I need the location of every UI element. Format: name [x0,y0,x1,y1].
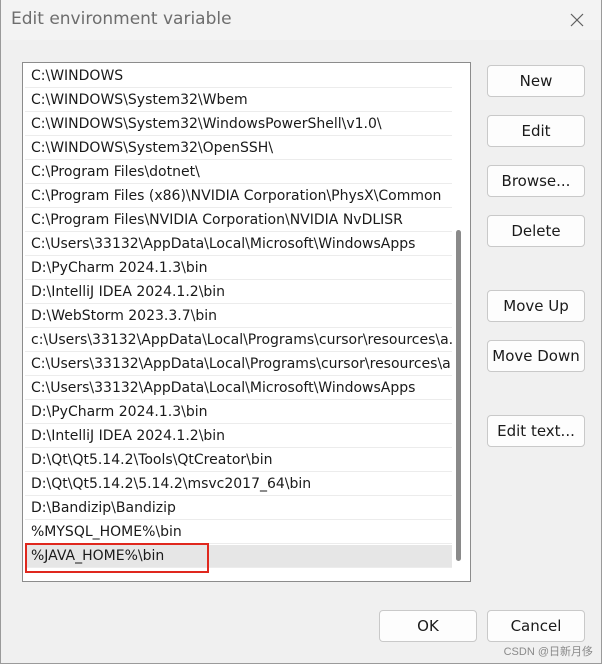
list-item[interactable]: D:\Qt\Qt5.14.2\5.14.2\msvc2017_64\bin [25,473,452,496]
path-list[interactable]: C:\WINDOWS C:\WINDOWS\System32\Wbem C:\W… [22,62,471,582]
ok-button[interactable]: OK [379,610,477,642]
list-item[interactable]: D:\PyCharm 2024.1.3\bin [25,257,452,280]
list-item[interactable]: D:\Bandizip\Bandizip [25,497,452,520]
list-item[interactable]: C:\Users\33132\AppData\Local\Microsoft\W… [25,233,452,256]
vertical-scrollbar[interactable] [453,65,467,579]
list-item[interactable]: D:\PyCharm 2024.1.3\bin [25,401,452,424]
list-item[interactable]: D:\Qt\Qt5.14.2\Tools\QtCreator\bin [25,449,452,472]
window-title: Edit environment variable [11,9,232,29]
list-item[interactable]: C:\WINDOWS [25,65,452,88]
browse-button[interactable]: Browse... [487,165,585,197]
list-item[interactable]: C:\Program Files (x86)\NVIDIA Corporatio… [25,185,452,208]
list-item[interactable]: %MYSQL_HOME%\bin [25,521,452,544]
edit-text-button[interactable]: Edit text... [487,415,585,447]
list-item[interactable]: C:\Users\33132\AppData\Local\Programs\cu… [25,353,452,376]
list-item[interactable]: C:\Program Files\NVIDIA Corporation\NVID… [25,209,452,232]
move-up-button[interactable]: Move Up [487,290,585,322]
edit-button[interactable]: Edit [487,115,585,147]
close-icon [570,13,584,27]
list-item[interactable]: D:\WebStorm 2023.3.7\bin [25,305,452,328]
edit-environment-variable-dialog: Edit environment variable C:\WINDOWS C:\… [0,0,602,664]
close-button[interactable] [563,6,591,34]
list-item[interactable]: C:\WINDOWS\System32\Wbem [25,89,452,112]
move-down-button[interactable]: Move Down [487,340,585,372]
list-item-selected[interactable]: %JAVA_HOME%\bin [25,543,452,573]
list-item[interactable]: D:\IntelliJ IDEA 2024.1.2\bin [25,425,452,448]
scrollbar-thumb[interactable] [456,230,461,561]
list-item[interactable]: D:\IntelliJ IDEA 2024.1.2\bin [25,281,452,304]
delete-button[interactable]: Delete [487,215,585,247]
list-item[interactable]: C:\Users\33132\AppData\Local\Microsoft\W… [25,377,452,400]
new-button[interactable]: New [487,65,585,97]
list-item[interactable]: C:\Program Files\dotnet\ [25,161,452,184]
list-item[interactable]: C:\WINDOWS\System32\WindowsPowerShell\v1… [25,113,452,136]
list-item[interactable]: C:\WINDOWS\System32\OpenSSH\ [25,137,452,160]
watermark-text: CSDN @日新月侈 [503,646,593,658]
cancel-button[interactable]: Cancel [487,610,585,642]
title-bar: Edit environment variable [1,0,601,40]
list-item[interactable]: c:\Users\33132\AppData\Local\Programs\cu… [25,329,452,352]
